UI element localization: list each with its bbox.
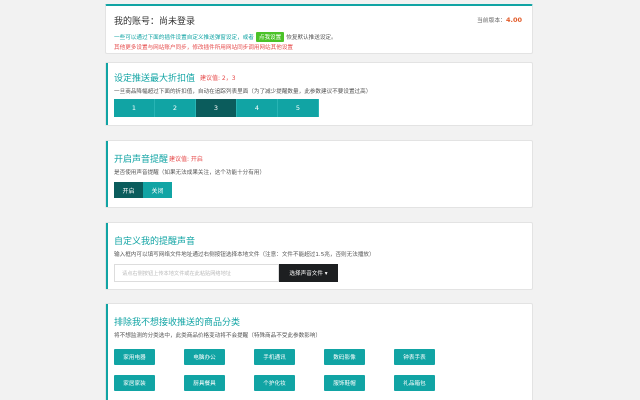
settings-link-button[interactable]: 点我设置: [255, 32, 285, 42]
accent-bar: [106, 141, 108, 207]
categories-title: 排除我不想接收推送的商品分类: [114, 318, 241, 328]
discount-option-5[interactable]: 5: [278, 99, 319, 117]
account-hint-after: 恢复默认推送设定。: [286, 35, 337, 41]
sound-hint: 建议值: 开启: [169, 156, 203, 163]
discount-option-2[interactable]: 2: [155, 99, 196, 117]
version-label: 当前版本：: [476, 18, 506, 24]
discount-option-3[interactable]: 3: [196, 99, 237, 117]
discount-description: 一旦商品降幅超过下面的折扣值，自动在追踪列表里面（为了减少提醒数量，此参数建议不…: [114, 89, 372, 95]
category-appliances[interactable]: 家用电器: [114, 349, 155, 365]
category-apparel[interactable]: 服饰鞋帽: [324, 375, 365, 391]
account-hint-before: 一些可以通过下面的插件设置自定义推送弹窗设定，或者: [114, 35, 254, 41]
sound-url-input[interactable]: 请点右侧按钮上传本地文件或在此粘贴网络地址: [114, 264, 279, 282]
category-beauty[interactable]: 个护化妆: [254, 375, 295, 391]
category-digital[interactable]: 数码影像: [324, 349, 365, 365]
custom-sound-description: 输入框内可以填写网络文件地址通过右侧按钮选择本地文件（注意：文件不能超过1.5兆…: [114, 252, 375, 258]
categories-description: 将不想监测的分类选中，此类商品价格变动将不会提醒（特殊商品不受此参数影响）: [114, 333, 321, 339]
choose-sound-file-button[interactable]: 选择声音文件 ▾: [279, 264, 338, 282]
sound-description: 是否使用声音提醒（如果无法成果关注，这个功能十分有用）: [114, 170, 266, 176]
category-watches[interactable]: 钟表手表: [394, 349, 435, 365]
custom-sound-title: 自定义我的提醒声音: [114, 237, 196, 247]
category-kitchen[interactable]: 厨具餐具: [184, 375, 225, 391]
account-sync-notice: 其他更多设置与网站账户同步，修改插件所用网站同步调用网站其他设置: [114, 45, 294, 51]
sound-on-button[interactable]: 开启: [114, 182, 143, 198]
accent-bar: [106, 304, 108, 400]
category-home[interactable]: 家居家装: [114, 375, 155, 391]
categories-card: 排除我不想接收推送的商品分类 将不想监测的分类选中，此类商品价格变动将不会提醒（…: [105, 303, 533, 400]
sound-card: 开启声音提醒 建议值: 开启 是否使用声音提醒（如果无法成果关注，这个功能十分有…: [105, 140, 533, 208]
version-info: 当前版本：4.00: [477, 15, 522, 24]
sound-off-button[interactable]: 关闭: [143, 182, 172, 198]
accent-bar: [106, 63, 108, 125]
discount-option-1[interactable]: 1: [114, 99, 155, 117]
version-value: 4.00: [505, 16, 522, 24]
category-gifts[interactable]: 礼品箱包: [394, 375, 435, 391]
category-computers[interactable]: 电脑办公: [184, 349, 225, 365]
account-title: 我的账号：尚未登录: [114, 17, 196, 27]
custom-sound-card: 自定义我的提醒声音 输入框内可以填写网络文件地址通过右侧按钮选择本地文件（注意：…: [105, 222, 533, 290]
discount-options: 1 2 3 4 5: [114, 99, 319, 117]
category-phones[interactable]: 手机通讯: [254, 349, 295, 365]
discount-card: 设定推送最大折扣值 建议值: 2，3 一旦商品降幅超过下面的折扣值，自动在追踪列…: [105, 62, 533, 126]
category-grid: 家用电器 电脑办公 手机通讯 数码影像 钟表手表 家居家装 厨具餐具 个护化妆 …: [114, 349, 435, 391]
sound-toggle: 开启 关闭: [114, 182, 172, 198]
account-hint-line: 一些可以通过下面的插件设置自定义推送弹窗设定，或者 点我设置 恢复默认推送设定。: [114, 32, 337, 42]
discount-option-4[interactable]: 4: [237, 99, 278, 117]
account-card: 我的账号：尚未登录 当前版本：4.00 一些可以通过下面的插件设置自定义推送弹窗…: [105, 4, 533, 54]
discount-title: 设定推送最大折扣值: [114, 74, 196, 84]
accent-bar: [106, 223, 108, 289]
discount-hint: 建议值: 2，3: [200, 75, 236, 82]
sound-title: 开启声音提醒: [114, 155, 169, 165]
